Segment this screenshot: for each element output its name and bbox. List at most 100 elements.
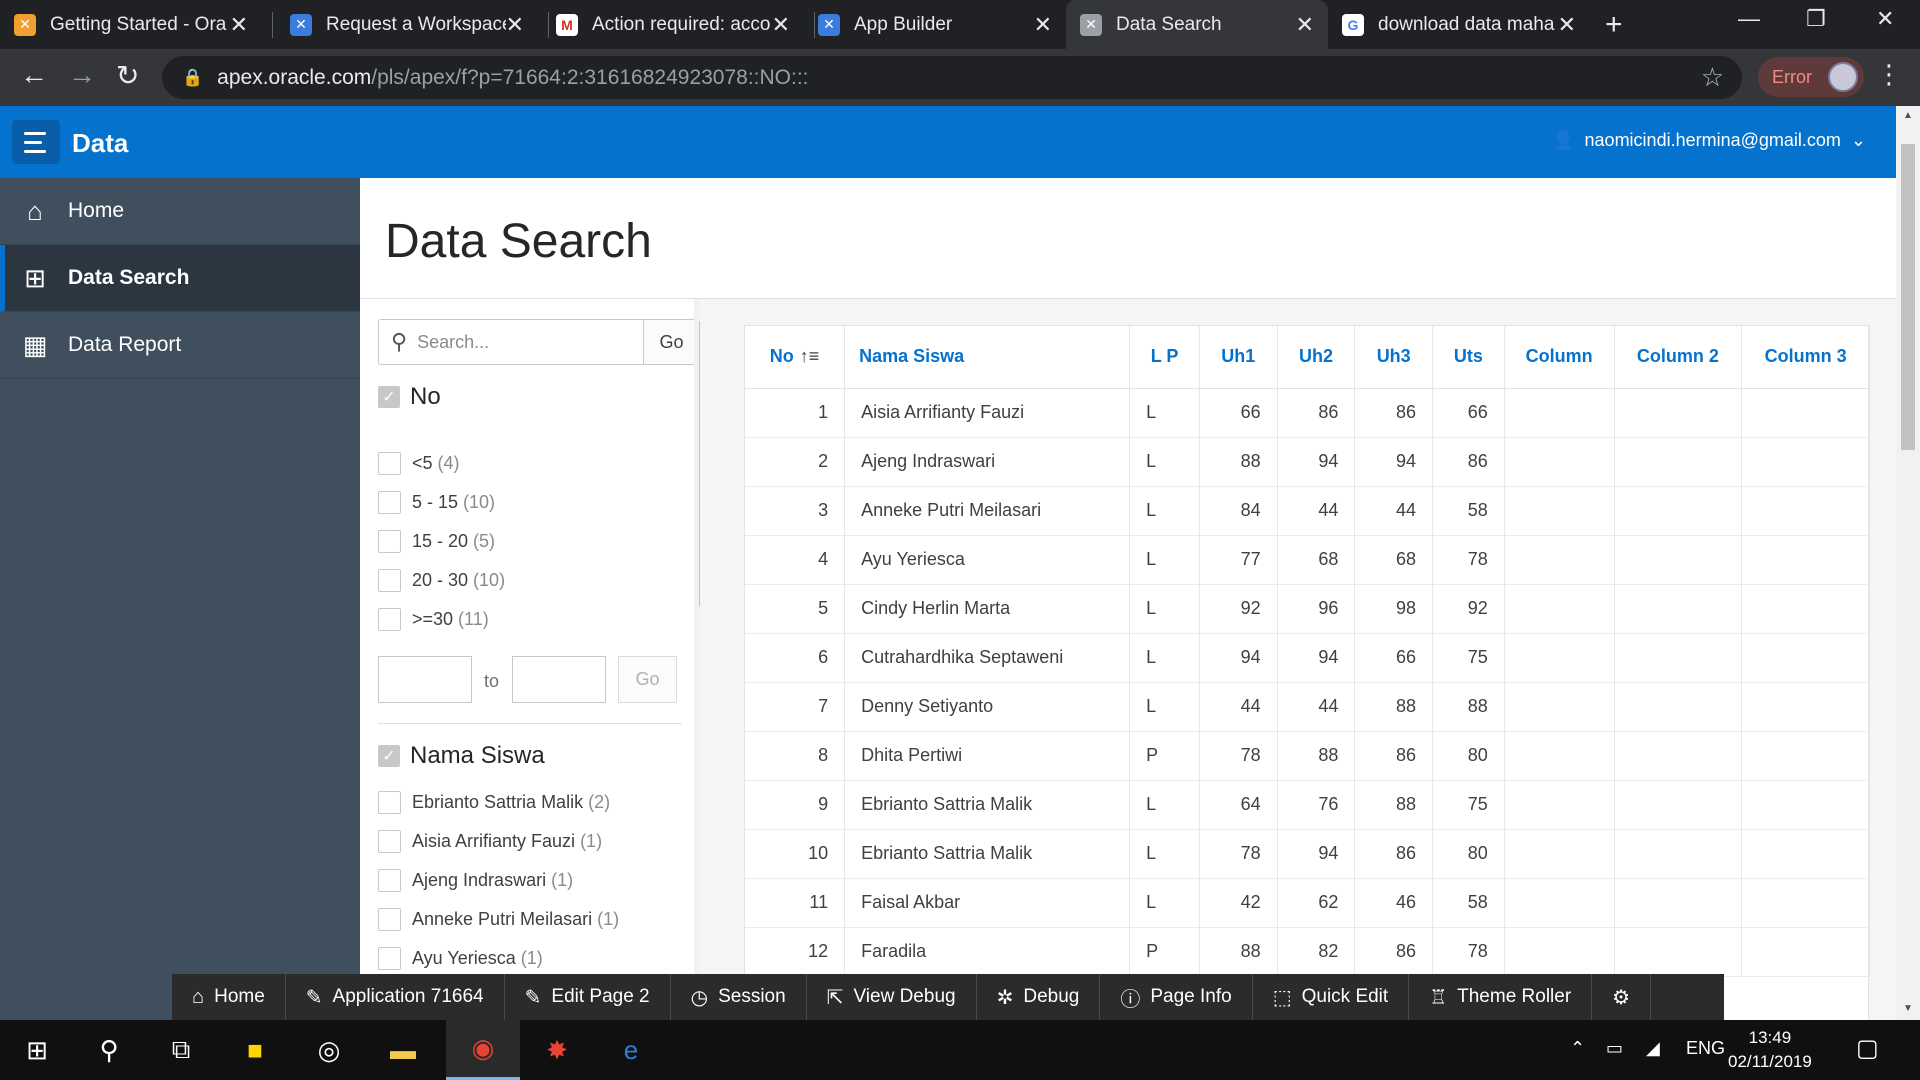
language-indicator[interactable]: ENG: [1686, 1038, 1725, 1059]
new-tab-button[interactable]: +: [1605, 8, 1623, 42]
search-input[interactable]: ⚲ Search...: [378, 319, 644, 365]
range-go-button[interactable]: Go: [618, 656, 677, 703]
table-cell: Cindy Herlin Marta: [844, 584, 1131, 634]
chevron-up-icon[interactable]: ⌃: [1570, 1038, 1585, 1059]
column-header-uts[interactable]: Uts: [1432, 326, 1505, 389]
checkbox[interactable]: [378, 791, 401, 814]
devtool-edit-page-2-button[interactable]: ✎ Edit Page 2: [505, 974, 671, 1020]
close-icon[interactable]: ✕: [230, 12, 248, 38]
column-header-no[interactable]: No ↑≡: [745, 326, 846, 389]
facet-option[interactable]: Anneke Putri Meilasari (1): [378, 908, 619, 931]
notification-icon[interactable]: ▢: [1856, 1034, 1879, 1063]
page-scrollbar[interactable]: ▲ ▼: [1896, 106, 1920, 1020]
column-header-uh1[interactable]: Uh1: [1199, 326, 1278, 389]
browser-menu-icon[interactable]: ⋮: [1876, 59, 1902, 90]
checkbox[interactable]: [378, 452, 401, 475]
close-icon[interactable]: ✕: [772, 12, 790, 38]
app-icon[interactable]: ✸: [520, 1020, 594, 1080]
tab-1[interactable]: ✕ Getting Started - Ora ✕: [0, 0, 262, 49]
column-header-uh3[interactable]: Uh3: [1354, 326, 1434, 389]
table-cell: 88: [1199, 437, 1278, 487]
back-icon[interactable]: ←: [20, 59, 48, 91]
collapse-icon[interactable]: ✓: [378, 745, 400, 767]
column-header-column-3[interactable]: Column 3: [1741, 326, 1870, 389]
task-view-icon[interactable]: ⧉: [144, 1020, 218, 1080]
range-from-input[interactable]: [378, 656, 472, 703]
sticky-notes-icon[interactable]: ■: [218, 1020, 292, 1080]
tab-6[interactable]: Gdownload data maha ✕: [1328, 0, 1590, 49]
devtool-view-debug-button[interactable]: ⇱ View Debug: [807, 974, 977, 1020]
facet-header-nama-siswa[interactable]: ✓ Nama Siswa: [378, 742, 545, 770]
close-icon[interactable]: ✕: [1558, 12, 1576, 38]
column-header-l-p[interactable]: L P: [1129, 326, 1200, 389]
reload-icon[interactable]: ↻: [116, 59, 139, 92]
bookmark-star-icon[interactable]: ☆: [1701, 62, 1724, 93]
checkbox[interactable]: [378, 869, 401, 892]
checkbox[interactable]: [378, 530, 401, 553]
close-icon[interactable]: ✕: [506, 12, 524, 38]
sidebar-item-data-search[interactable]: ⊞ Data Search: [0, 245, 360, 312]
facet-option[interactable]: 20 - 30 (10): [378, 569, 505, 592]
tab-2[interactable]: ✕ Request a Workspace ✕: [276, 0, 538, 49]
facet-option[interactable]: >=30 (11): [378, 608, 489, 631]
devtool-session-button[interactable]: ◷ Session: [671, 974, 807, 1020]
profile-error-button[interactable]: Error: [1758, 57, 1864, 97]
tab-4[interactable]: ✕ App Builder ✕: [804, 0, 1066, 49]
search-icon[interactable]: ⚲: [72, 1020, 146, 1080]
column-header-column[interactable]: Column: [1504, 326, 1615, 389]
windows-start-icon[interactable]: ⊞: [0, 1020, 74, 1080]
battery-icon[interactable]: ▭: [1606, 1038, 1623, 1059]
devtool-debug-button[interactable]: ✲ Debug: [977, 974, 1101, 1020]
close-icon[interactable]: ✕: [1034, 12, 1052, 38]
range-to-input[interactable]: [512, 656, 606, 703]
facet-option[interactable]: Ayu Yeriesca (1): [378, 947, 543, 970]
search-go-button[interactable]: Go: [644, 319, 700, 365]
checkbox[interactable]: [378, 608, 401, 631]
checkbox[interactable]: [378, 830, 401, 853]
column-header-column-2[interactable]: Column 2: [1614, 326, 1743, 389]
devtool-application-71664-button[interactable]: ✎ Application 71664: [286, 974, 505, 1020]
table-cell: 5: [745, 584, 846, 634]
facet-scrollbar[interactable]: ▲: [694, 299, 700, 1021]
media-app-icon[interactable]: ◎: [292, 1020, 366, 1080]
close-icon[interactable]: ✕: [1296, 12, 1314, 38]
column-header-nama-siswa[interactable]: Nama Siswa: [844, 326, 1131, 389]
clock[interactable]: 13:49 02/11/2019: [1728, 1026, 1812, 1074]
forward-icon[interactable]: →: [68, 59, 96, 91]
chrome-icon[interactable]: ◉: [446, 1020, 520, 1080]
restore-icon[interactable]: ❐: [1806, 6, 1826, 32]
facet-option[interactable]: 5 - 15 (10): [378, 491, 495, 514]
facet-option[interactable]: 15 - 20 (5): [378, 530, 495, 553]
facet-option[interactable]: Aisia Arrifianty Fauzi (1): [378, 830, 602, 853]
user-menu[interactable]: 👤 naomicindi.hermina@gmail.com ⌄: [1552, 130, 1866, 151]
sidebar-item-data-report[interactable]: ▦ Data Report: [0, 312, 360, 379]
edge-icon[interactable]: e: [594, 1020, 668, 1080]
devtool-quick-edit-button[interactable]: ⬚ Quick Edit: [1253, 974, 1410, 1020]
checkbox[interactable]: [378, 569, 401, 592]
sidebar-item-home[interactable]: ⌂ Home: [0, 178, 360, 245]
checkbox[interactable]: [378, 491, 401, 514]
facet-option[interactable]: Ajeng Indraswari (1): [378, 869, 573, 892]
column-header-uh2[interactable]: Uh2: [1277, 326, 1356, 389]
table-cell: 58: [1432, 878, 1505, 928]
devtool-home-button[interactable]: ⌂ Home: [172, 974, 286, 1020]
collapse-icon[interactable]: ✓: [378, 386, 400, 408]
devtool-settings-button[interactable]: ⚙: [1592, 974, 1652, 1020]
address-bar[interactable]: 🔒 apex.oracle.com/pls/apex/f?p=71664:2:3…: [162, 56, 1742, 99]
nav-menu-toggle-button[interactable]: [12, 120, 60, 164]
facet-header-no[interactable]: ✓ No: [378, 383, 441, 411]
facet-option[interactable]: Ebrianto Sattria Malik (2): [378, 791, 610, 814]
devtool-page-info-button[interactable]: ⓘ Page Info: [1100, 974, 1253, 1020]
table-cell: L: [1129, 584, 1200, 634]
wifi-icon[interactable]: ◢: [1646, 1038, 1660, 1059]
checkbox[interactable]: [378, 947, 401, 970]
tab-3[interactable]: M Action required: acco ✕: [542, 0, 804, 49]
table-cell: 78: [1432, 927, 1505, 977]
close-window-icon[interactable]: ✕: [1876, 6, 1894, 32]
file-explorer-icon[interactable]: ▬: [366, 1020, 440, 1080]
checkbox[interactable]: [378, 908, 401, 931]
tab-5[interactable]: ✕ Data Search ✕: [1066, 0, 1328, 49]
devtool-theme-roller-button[interactable]: ♖ Theme Roller: [1409, 974, 1593, 1020]
facet-option[interactable]: <5 (4): [378, 452, 460, 475]
minimize-icon[interactable]: —: [1738, 6, 1760, 32]
